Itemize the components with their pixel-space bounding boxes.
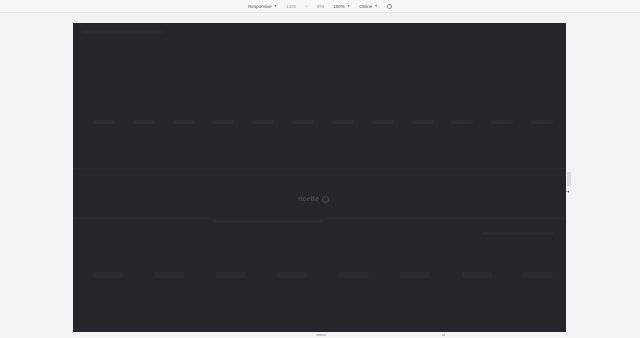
rotate-icon[interactable]: [386, 3, 392, 9]
logo-text: ricette: [298, 195, 320, 203]
footer-item[interactable]: [215, 272, 246, 278]
nav-item[interactable]: [252, 120, 275, 124]
site-logo[interactable]: ricette: [298, 193, 348, 205]
chevron-down-icon: ▼: [273, 4, 278, 8]
corner-resize-handle[interactable]: [442, 334, 445, 336]
footer-item[interactable]: [400, 272, 431, 278]
nav-item[interactable]: [132, 120, 155, 124]
emulated-viewport[interactable]: ricette: [73, 23, 566, 332]
nav-item[interactable]: [451, 120, 474, 124]
nav-item[interactable]: [212, 120, 235, 124]
width-input[interactable]: 1426: [286, 4, 296, 9]
chevron-down-icon: ▼: [374, 4, 378, 8]
nav-item[interactable]: [530, 120, 553, 124]
device-select-label: Responsive: [248, 3, 272, 9]
text-placeholder: [483, 232, 553, 235]
height-input[interactable]: 884: [317, 4, 325, 9]
device-select[interactable]: Responsive ▼: [248, 4, 277, 9]
zoom-select[interactable]: 100% ▼: [333, 4, 350, 9]
resize-cursor-icon: ↔: [563, 186, 571, 195]
footer-row: [93, 268, 553, 282]
nav-item[interactable]: [371, 120, 394, 124]
nav-item[interactable]: [172, 120, 195, 124]
network-select[interactable]: Online ▼: [359, 4, 377, 9]
footer-item[interactable]: [522, 272, 553, 278]
nav-item[interactable]: [93, 120, 115, 124]
nav-item[interactable]: [491, 120, 514, 124]
text-placeholder: [213, 220, 323, 223]
divider: [73, 168, 566, 169]
header-placeholder: [83, 31, 163, 33]
nav-row: [93, 117, 553, 127]
nav-item[interactable]: [331, 120, 354, 124]
network-select-label: Online: [359, 3, 373, 9]
dimension-separator: ×: [305, 3, 308, 9]
bottom-resize-handle[interactable]: [316, 334, 326, 336]
chevron-down-icon: ▼: [346, 4, 351, 8]
footer-item[interactable]: [277, 272, 308, 278]
nav-item[interactable]: [411, 120, 434, 124]
logo-icon: [322, 195, 330, 203]
footer-item[interactable]: [461, 272, 492, 278]
nav-item[interactable]: [292, 120, 315, 124]
footer-item[interactable]: [154, 272, 185, 278]
divider: [73, 218, 566, 219]
footer-item[interactable]: [93, 272, 123, 278]
device-toolbar: Responsive ▼ 1426 × 884 100% ▼ Online ▼: [0, 0, 640, 13]
right-resize-handle[interactable]: [567, 172, 571, 186]
footer-item[interactable]: [338, 272, 369, 278]
zoom-select-label: 100%: [333, 3, 345, 9]
